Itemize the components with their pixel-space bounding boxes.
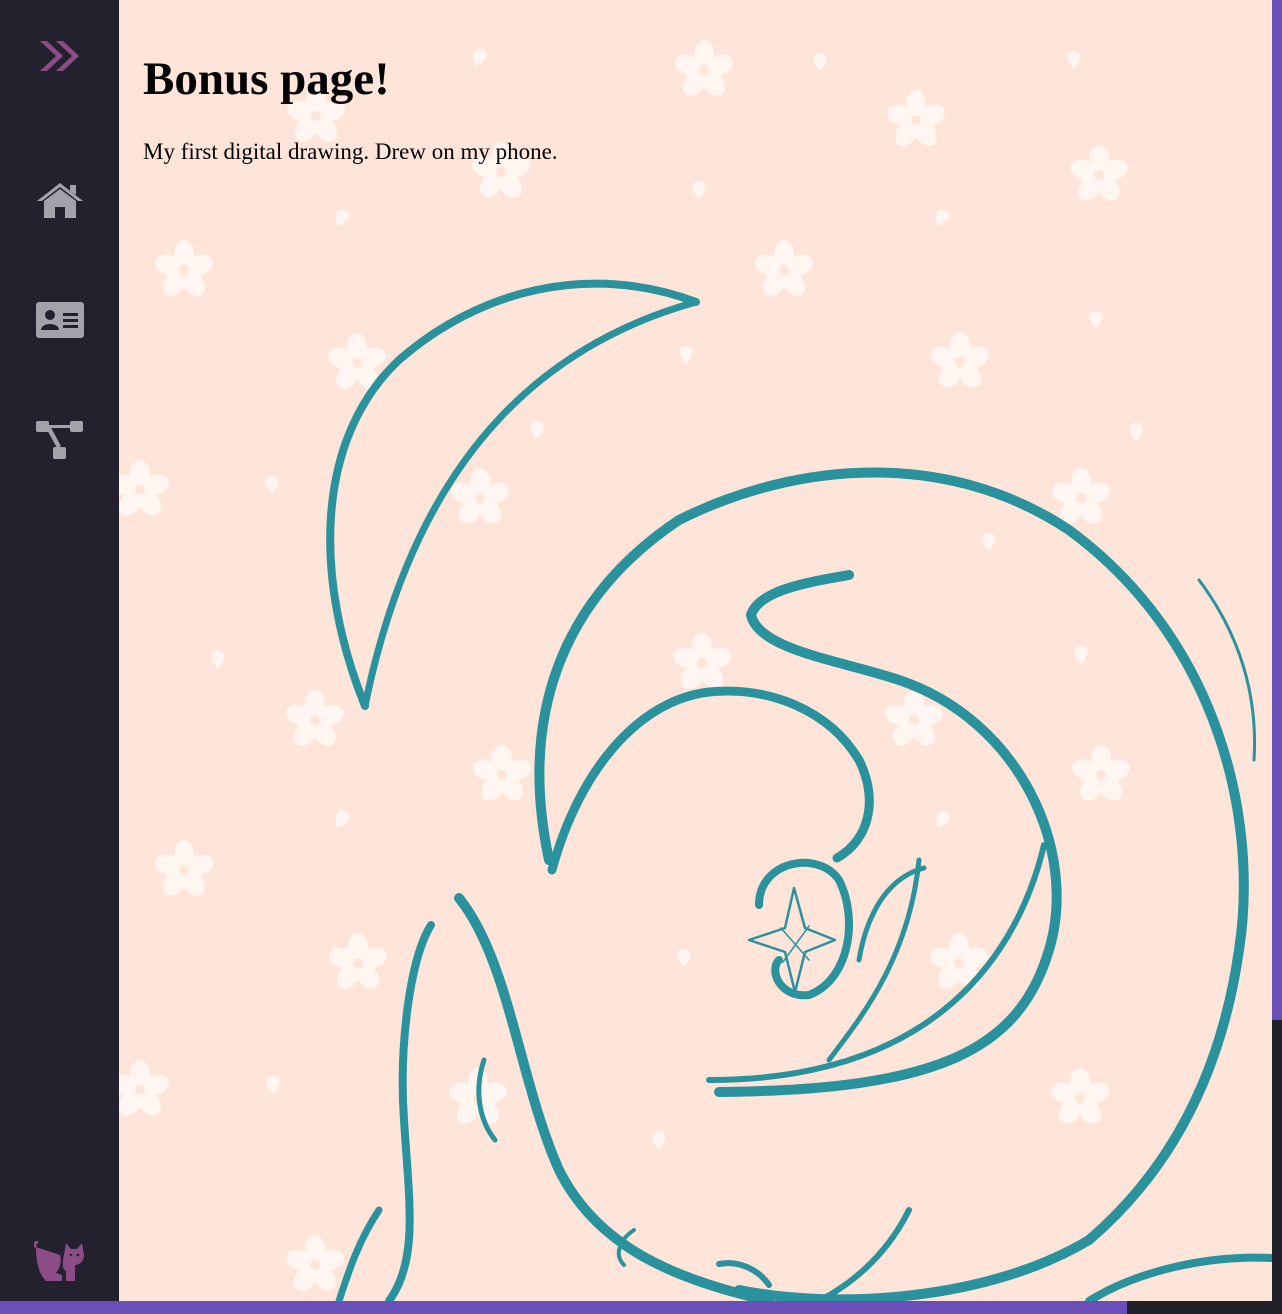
home-icon — [36, 183, 83, 218]
sidebar — [0, 0, 119, 1301]
horizontal-scrollbar-corner — [1127, 1301, 1282, 1314]
sitemap-icon — [35, 421, 83, 459]
main-content: Bonus page! My first digital drawing. Dr… — [119, 0, 1272, 1301]
nav-sitemap-button[interactable] — [0, 400, 119, 480]
id-card-icon — [35, 302, 84, 338]
scrollbar-thumb[interactable] — [1272, 1020, 1282, 1314]
digital-drawing-image — [326, 279, 1272, 1301]
expand-sidebar-button[interactable] — [0, 16, 119, 96]
nav-home-button[interactable] — [0, 160, 119, 240]
nav-about-button[interactable] — [0, 280, 119, 360]
cat-icon — [33, 1241, 84, 1281]
cat-logo-button[interactable] — [0, 1219, 119, 1299]
double-chevron-right-icon — [39, 41, 79, 71]
horizontal-scrollbar-track[interactable] — [0, 1301, 1127, 1314]
